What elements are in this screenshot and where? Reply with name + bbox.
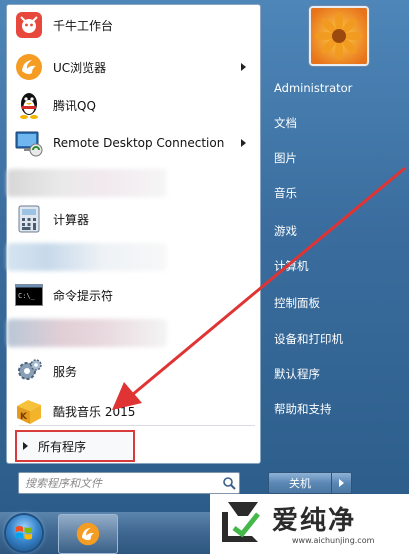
watermark-logo-icon [222,502,260,542]
program-item-qianniu[interactable]: 千牛工作台 [11,7,256,43]
submenu-arrow-icon [241,63,246,71]
chevron-right-icon [339,479,344,487]
blurred-program-item [7,319,167,347]
watermark-text: 爱纯净 [272,506,357,536]
uc-browser-icon [76,522,100,546]
separator [19,425,255,426]
right-item-documents[interactable]: 文档 [274,111,297,135]
right-item-help-support[interactable]: 帮助和支持 [274,397,332,421]
search-icon[interactable] [219,473,239,493]
program-item-uc-browser[interactable]: UC浏览器 [11,49,256,85]
remote-desktop-icon [13,127,45,159]
program-label: 服务 [53,364,78,379]
program-item-kuwo-music[interactable]: K 酷我音乐 2015 [11,393,256,429]
expand-arrow-icon [23,442,28,450]
svg-text:K: K [20,412,28,422]
kuwo-music-icon: K [13,395,45,427]
program-label: Remote Desktop Connection [53,136,225,150]
blurred-program-item [7,243,167,271]
all-programs-label: 所有程序 [38,439,87,454]
taskbar-uc-browser[interactable] [58,514,118,554]
program-item-command-prompt[interactable]: C:\_ 命令提示符 [11,277,256,313]
program-item-qq[interactable]: 腾讯QQ [11,87,256,123]
right-panel: Administrator 文档 图片 音乐 游戏 计算机 控制面板 设备和打印… [262,0,409,512]
watermark: 爱纯净 www.aichunjing.com [210,494,409,554]
right-item-computer[interactable]: 计算机 [274,254,309,278]
qq-penguin-icon [13,89,45,121]
start-menu: 千牛工作台 UC浏览器 腾讯QQ Remote Desktop Connecti… [0,0,409,512]
windows-logo-icon [16,526,32,540]
program-item-services[interactable]: 服务 [11,353,256,389]
program-label: 命令提示符 [53,288,114,303]
command-prompt-icon: C:\_ [13,279,45,311]
qianniu-icon [13,9,45,41]
right-item-games[interactable]: 游戏 [274,219,297,243]
shutdown-button[interactable]: 关机 [268,472,332,494]
program-label: 酷我音乐 2015 [53,404,136,419]
program-item-calculator[interactable]: 计算器 [11,201,256,237]
program-label: 计算器 [53,212,90,227]
services-gear-icon [13,355,45,387]
shutdown-controls: 关机 [268,472,358,494]
search-box[interactable] [18,472,240,494]
blurred-program-item [7,169,167,197]
right-item-devices-printers[interactable]: 设备和打印机 [274,327,343,351]
calculator-icon [13,203,45,235]
svg-text:C:\_: C:\_ [18,292,36,300]
shutdown-options-button[interactable] [332,472,352,494]
right-item-default-programs[interactable]: 默认程序 [274,362,320,386]
submenu-arrow-icon [241,139,246,147]
right-item-music[interactable]: 音乐 [274,181,297,205]
program-label: 千牛工作台 [53,18,114,33]
program-label: 腾讯QQ [53,98,96,113]
watermark-url: www.aichunjing.com [292,536,375,545]
right-item-pictures[interactable]: 图片 [274,146,297,170]
right-item-control-panel[interactable]: 控制面板 [274,291,320,315]
programs-panel: 千牛工作台 UC浏览器 腾讯QQ Remote Desktop Connecti… [6,4,261,464]
search-input[interactable] [19,476,219,490]
all-programs-button[interactable]: 所有程序 [15,430,135,462]
start-button[interactable] [6,515,42,551]
user-name-link[interactable]: Administrator [274,76,352,100]
program-label: UC浏览器 [53,60,107,75]
program-item-remote-desktop[interactable]: Remote Desktop Connection [11,125,256,161]
user-picture-flower[interactable] [309,6,369,66]
uc-browser-icon [13,51,45,83]
